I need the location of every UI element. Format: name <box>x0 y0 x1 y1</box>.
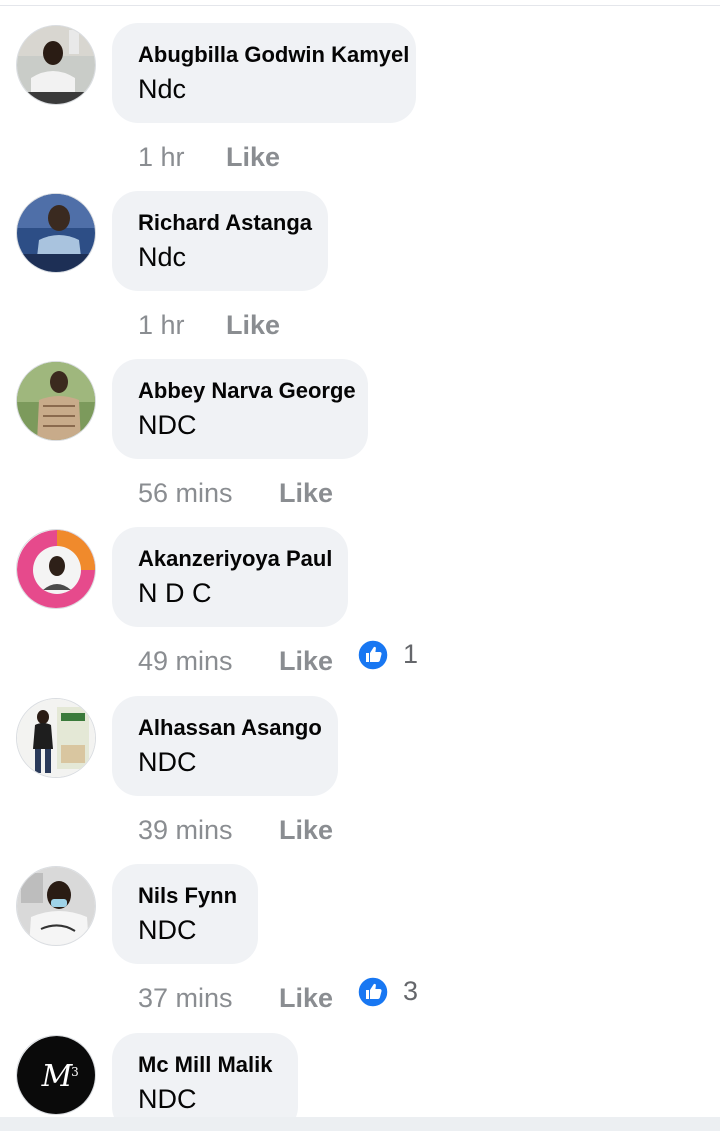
comment-author[interactable]: Abbey Narva George <box>138 378 356 404</box>
comment-item: Nils Fynn NDC 37 mins Like 3 <box>0 864 720 1032</box>
thumbs-up-icon <box>357 976 389 1008</box>
avatar[interactable] <box>16 698 96 778</box>
top-divider <box>0 5 720 6</box>
reaction-summary[interactable]: 1 <box>357 639 437 673</box>
comment-bubble: Akanzeriyoya Paul N D C <box>112 527 348 627</box>
like-button[interactable]: Like <box>279 983 333 1014</box>
like-button[interactable]: Like <box>279 646 333 677</box>
comment-item: Alhassan Asango NDC 39 mins Like <box>0 696 720 864</box>
comment-bubble: Mc Mill Malik NDC <box>112 1033 298 1117</box>
comment-item: Abugbilla Godwin Kamyel Ndc 1 hr Like <box>0 23 720 191</box>
like-button[interactable]: Like <box>279 815 333 846</box>
comment-time[interactable]: 37 mins <box>138 983 233 1014</box>
comment-text: N D C <box>138 578 212 608</box>
like-button[interactable]: Like <box>226 142 280 173</box>
comment-text: NDC <box>138 410 197 440</box>
comment-bubble: Abbey Narva George NDC <box>112 359 368 459</box>
comment-time[interactable]: 56 mins <box>138 478 233 509</box>
comment-time[interactable]: 1 hr <box>138 310 185 341</box>
comment-author[interactable]: Akanzeriyoya Paul <box>138 546 332 572</box>
comment-text: NDC <box>138 915 197 945</box>
comment-item: Akanzeriyoya Paul N D C 49 mins Like 1 <box>0 527 720 695</box>
avatar[interactable] <box>16 193 96 273</box>
comment-author[interactable]: Abugbilla Godwin Kamyel <box>138 42 409 68</box>
reaction-summary[interactable]: 3 <box>357 976 437 1010</box>
comment-author[interactable]: Nils Fynn <box>138 883 237 909</box>
like-button[interactable]: Like <box>279 478 333 509</box>
comment-bubble: Nils Fynn NDC <box>112 864 258 964</box>
thumbs-up-icon <box>357 639 389 671</box>
avatar[interactable] <box>16 529 96 609</box>
bottom-bar <box>0 1117 720 1131</box>
reaction-count: 3 <box>403 976 419 1006</box>
avatar[interactable] <box>16 361 96 441</box>
comment-item: Richard Astanga Ndc 1 hr Like <box>0 191 720 359</box>
comment-item: M 3 Mc Mill Malik NDC <box>0 1033 720 1117</box>
svg-text:3: 3 <box>71 1065 79 1079</box>
avatar[interactable] <box>16 866 96 946</box>
reaction-count: 1 <box>403 639 419 669</box>
comment-author[interactable]: Richard Astanga <box>138 210 312 236</box>
comment-text: Ndc <box>138 74 187 104</box>
like-button[interactable]: Like <box>226 310 280 341</box>
svg-text:M: M <box>41 1059 74 1094</box>
comment-bubble: Abugbilla Godwin Kamyel Ndc <box>112 23 416 123</box>
comment-text: NDC <box>138 1084 197 1114</box>
comment-time[interactable]: 1 hr <box>138 142 185 173</box>
comment-author[interactable]: Mc Mill Malik <box>138 1052 272 1078</box>
avatar[interactable]: M 3 <box>16 1035 96 1115</box>
comment-text: Ndc <box>138 242 187 272</box>
comment-author[interactable]: Alhassan Asango <box>138 715 322 741</box>
comment-bubble: Richard Astanga Ndc <box>112 191 328 291</box>
comment-time[interactable]: 49 mins <box>138 646 233 677</box>
comment-time[interactable]: 39 mins <box>138 815 233 846</box>
comment-item: Abbey Narva George NDC 56 mins Like <box>0 359 720 527</box>
avatar[interactable] <box>16 25 96 105</box>
comment-bubble: Alhassan Asango NDC <box>112 696 338 796</box>
comment-text: NDC <box>138 747 197 777</box>
